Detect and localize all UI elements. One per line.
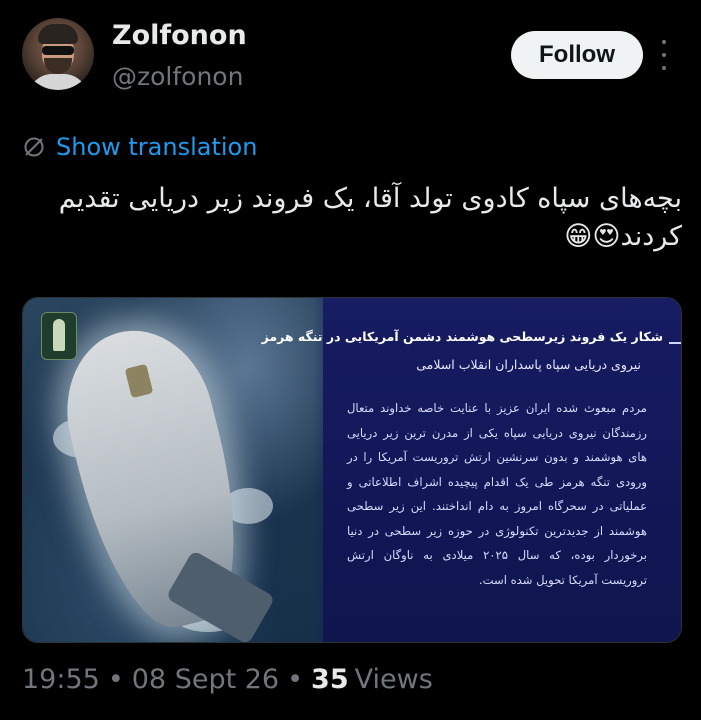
meta-separator: • [107, 664, 124, 695]
tweet-text: بچه‌های سپاه کادوی تولد آقا، یک فروند زی… [58, 183, 682, 252]
show-translation-label: Show translation [56, 133, 258, 161]
tweet-time[interactable]: 19:55 [22, 664, 100, 695]
submarine-photo [23, 298, 343, 642]
author-handle[interactable]: @zolfonon [112, 62, 243, 91]
author-name[interactable]: Zolfonon [112, 20, 247, 51]
tweet-date[interactable]: 08 Sept 26 [132, 664, 279, 695]
views-count[interactable]: 35 [311, 664, 349, 695]
meta-separator: • [287, 664, 304, 695]
irgc-logo [41, 312, 77, 360]
globe-slash-icon [24, 137, 44, 157]
tweet-header: Zolfonon @zolfonon Follow [22, 18, 682, 98]
follow-button[interactable]: Follow [511, 31, 643, 79]
news-panel: شکار یک فروند زیرسطحی هوشمند دشمن آمریکا… [261, 298, 681, 642]
news-subtitle: نیروی دریایی سپاه پاسداران انقلاب اسلامی [416, 357, 641, 372]
more-options-icon[interactable] [656, 40, 672, 70]
show-translation-link[interactable]: Show translation [22, 130, 257, 164]
tweet-meta: 19:55 • 08 Sept 26 • 35 Views [22, 664, 433, 695]
tweet-media[interactable]: شکار یک فروند زیرسطحی هوشمند دشمن آمریکا… [22, 297, 682, 643]
news-body: مردم مبعوث شده ایران عزیز با عنایت خاصه … [347, 401, 647, 587]
views-label[interactable]: Views [355, 664, 433, 695]
news-title: شکار یک فروند زیرسطحی هوشمند دشمن آمریکا… [261, 329, 663, 344]
avatar[interactable] [22, 18, 94, 90]
